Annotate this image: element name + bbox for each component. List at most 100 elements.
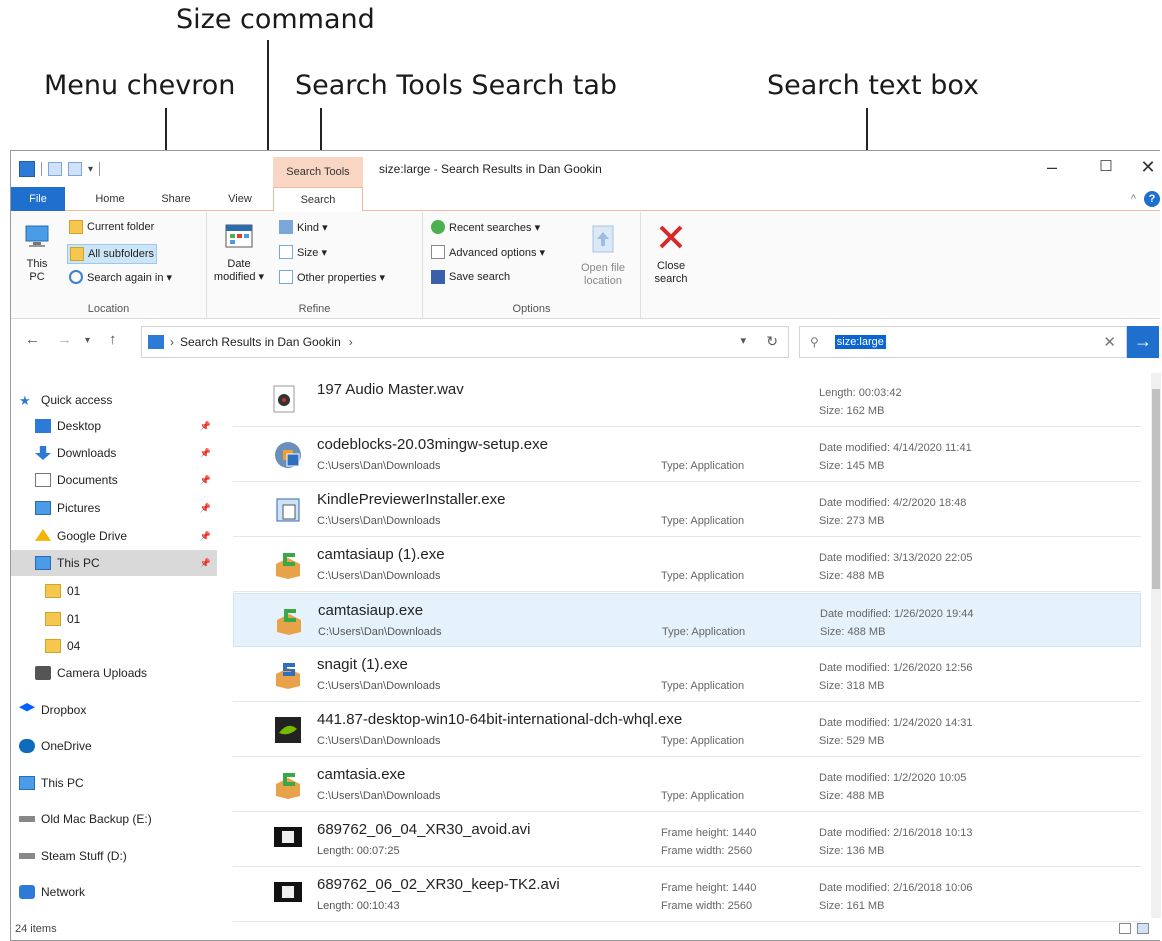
back-button[interactable]: ← — [25, 331, 40, 348]
pin-icon[interactable]: 📌 — [200, 503, 211, 514]
nav-item-network[interactable]: Network — [11, 879, 217, 905]
close-window-button[interactable]: ✕ — [1133, 157, 1162, 178]
recent-searches-button[interactable]: Recent searches ▾ — [431, 220, 540, 234]
result-row[interactable]: snagit (1).exe C:\Users\Dan\Downloads Type… — [233, 648, 1141, 702]
nav-item-label: Old Mac Backup (E:) — [41, 812, 152, 826]
result-detail-2: Type: Application — [661, 735, 745, 747]
result-file-name: codeblocks-20.03mingw-setup.exe — [317, 436, 548, 453]
result-row[interactable]: camtasiaup (1).exe C:\Users\Dan\Downloads… — [233, 538, 1141, 592]
kind-button[interactable]: Kind ▾ — [279, 220, 328, 234]
nav-item-01[interactable]: 01 — [11, 578, 217, 604]
result-row[interactable]: 689762_06_02_XR30_keep-TK2.avi Length: 00… — [233, 868, 1141, 922]
window-title: size:large - Search Results in Dan Gooki… — [379, 162, 602, 176]
search-query[interactable]: size:large — [834, 335, 886, 349]
nav-item-pictures[interactable]: Pictures 📌 — [11, 495, 217, 521]
new-folder-icon[interactable] — [68, 162, 82, 176]
nav-item-downloads[interactable]: Downloads 📌 — [11, 440, 217, 466]
result-row[interactable]: 197 Audio Master.wav Length: 00:03:42 Size… — [233, 373, 1141, 427]
address-dropdown-icon[interactable]: ▾ — [740, 334, 746, 347]
pin-icon[interactable]: 📌 — [200, 531, 211, 542]
dropbox-icon — [19, 703, 35, 712]
close-search-button[interactable]: Close search — [645, 222, 697, 286]
results-scrollbar[interactable] — [1151, 373, 1161, 918]
nav-item-desktop[interactable]: Desktop 📌 — [11, 413, 217, 439]
nav-item-camera-uploads[interactable]: Camera Uploads — [11, 660, 217, 686]
this-pc-label-1: This — [26, 258, 48, 270]
ribbon-group-options: Recent searches ▾ Advanced options ▾ Sav… — [423, 212, 641, 319]
properties-icon[interactable] — [48, 162, 62, 176]
address-path-chevron-icon[interactable]: › — [349, 335, 353, 349]
address-path[interactable]: Search Results in Dan Gookin — [180, 335, 341, 349]
search-input[interactable]: ⚲ size:large ✕ — [799, 326, 1127, 358]
clear-search-icon[interactable]: ✕ — [1103, 333, 1116, 351]
nav-item-old-mac-backup-e[interactable]: Old Mac Backup (E:) — [11, 806, 217, 832]
tab-share[interactable]: Share — [151, 187, 201, 211]
nav-item-quick-access[interactable]: ★ Quick access — [11, 387, 217, 413]
menu-chevron-icon[interactable]: › — [170, 335, 174, 349]
folder-icon — [45, 612, 61, 626]
size-button[interactable]: Size ▾ — [279, 245, 327, 259]
pin-icon[interactable]: 📌 — [200, 558, 211, 569]
result-row[interactable]: 689762_06_04_XR30_avoid.avi Length: 00:07… — [233, 813, 1141, 867]
nav-item-onedrive[interactable]: OneDrive — [11, 733, 217, 759]
nav-item-this-pc[interactable]: This PC 📌 — [11, 550, 217, 576]
pin-icon[interactable]: 📌 — [200, 448, 211, 459]
ribbon-tabs: File Home Share View Search — [11, 187, 1160, 212]
minimize-button[interactable]: – — [1037, 157, 1067, 178]
tab-search[interactable]: Search — [273, 187, 363, 212]
nav-item-label: Camera Uploads — [57, 666, 148, 680]
snagit-installer-icon — [273, 660, 305, 690]
search-go-button[interactable]: → — [1127, 326, 1159, 358]
date-modified-button[interactable]: Date modified ▾ — [211, 222, 267, 284]
details-view-icon[interactable] — [1119, 923, 1131, 934]
collapse-ribbon-icon[interactable]: ^ — [1131, 193, 1136, 205]
tab-file[interactable]: File — [11, 187, 65, 211]
nav-item-label: This PC — [57, 556, 100, 570]
pin-icon[interactable]: 📌 — [200, 475, 211, 486]
status-bar: 24 items — [11, 919, 1160, 941]
search-again-in-button[interactable]: Search again in ▾ — [69, 270, 172, 284]
large-icons-view-icon[interactable] — [1137, 923, 1149, 934]
nav-item-documents[interactable]: Documents 📌 — [11, 467, 217, 493]
refresh-icon[interactable]: ↻ — [766, 333, 778, 350]
maximize-button[interactable]: ☐ — [1091, 157, 1121, 175]
open-file-location-button[interactable]: Open file location — [573, 224, 633, 288]
all-subfolders-button[interactable]: All subfolders — [67, 244, 158, 264]
result-row[interactable]: 441.87-desktop-win10-64bit-international… — [233, 703, 1141, 757]
result-row[interactable]: KindlePreviewerInstaller.exe C:\Users\Dan… — [233, 483, 1141, 537]
scrollbar-thumb[interactable] — [1152, 389, 1160, 589]
this-pc-button[interactable]: This PC — [17, 224, 57, 284]
nav-item-label: 04 — [67, 639, 81, 653]
forward-button[interactable]: → — [57, 331, 72, 348]
pin-icon[interactable]: 📌 — [200, 421, 211, 432]
tab-view[interactable]: View — [215, 187, 265, 211]
save-search-button[interactable]: Save search — [431, 270, 510, 284]
qat-dropdown-icon[interactable]: ▾ — [88, 164, 93, 175]
nav-item-01[interactable]: 01 — [11, 606, 217, 632]
nav-item-label: Network — [41, 885, 86, 899]
this-pc-icon — [25, 225, 49, 247]
other-properties-button[interactable]: Other properties ▾ — [279, 270, 385, 284]
size-icon — [279, 245, 293, 259]
result-row[interactable]: camtasia.exe C:\Users\Dan\Downloads Type: … — [233, 758, 1141, 812]
nav-item-04[interactable]: 04 — [11, 633, 217, 659]
kind-label: Kind ▾ — [297, 221, 328, 234]
up-button[interactable]: ↑ — [109, 331, 117, 348]
recent-locations-icon[interactable]: ▾ — [85, 335, 90, 346]
advanced-options-icon — [431, 245, 445, 259]
nav-item-dropbox[interactable]: Dropbox — [11, 697, 217, 723]
address-bar[interactable]: › Search Results in Dan Gookin › ▾ ↻ — [141, 326, 789, 358]
result-row[interactable]: codeblocks-20.03mingw-setup.exe C:\Users\… — [233, 428, 1141, 482]
nav-item-this-pc[interactable]: This PC — [11, 770, 217, 796]
help-icon[interactable]: ? — [1144, 191, 1160, 207]
nav-item-label: Steam Stuff (D:) — [41, 849, 127, 863]
camtasia-installer-icon — [273, 550, 305, 580]
tab-home[interactable]: Home — [83, 187, 137, 211]
current-folder-button[interactable]: Current folder — [69, 220, 154, 234]
nav-item-steam-stuff-d[interactable]: Steam Stuff (D:) — [11, 843, 217, 869]
nav-item-label: Pictures — [57, 501, 101, 515]
date-modified-label-1: Date — [227, 258, 251, 270]
advanced-options-button[interactable]: Advanced options ▾ — [431, 245, 545, 259]
nav-item-google-drive[interactable]: Google Drive 📌 — [11, 523, 217, 549]
result-row[interactable]: camtasiaup.exe C:\Users\Dan\Downloads Type… — [233, 593, 1141, 647]
